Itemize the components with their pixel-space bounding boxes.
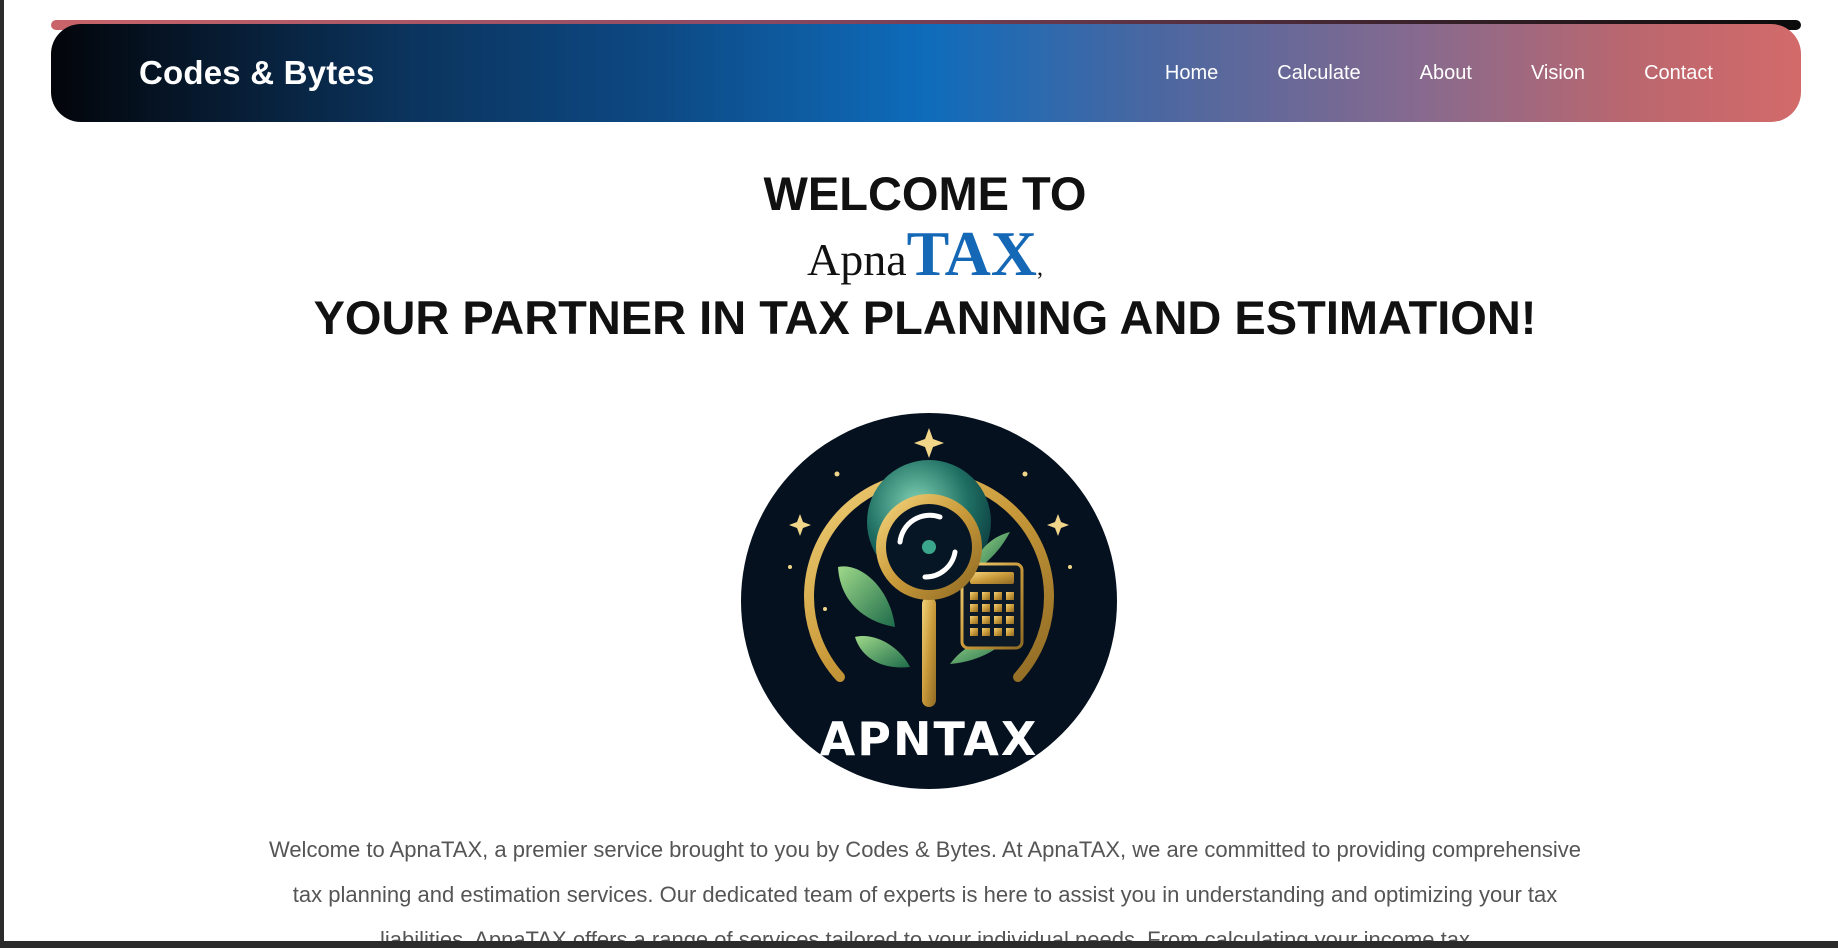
nav-link-about[interactable]: About [1420, 62, 1472, 85]
apntax-logo: APNTAX [741, 413, 1117, 789]
page-frame: Codes & Bytes Home Calculate About Visio… [4, 0, 1838, 941]
welcome-heading: WELCOME TO [763, 167, 1087, 220]
logo-text: APNTAX [820, 712, 1039, 766]
hero-section: WELCOME TO ApnaTAX, YOUR PARTNER IN TAX … [4, 168, 1838, 343]
brand-tax: TAX [906, 217, 1037, 289]
nav-link-vision[interactable]: Vision [1531, 62, 1585, 85]
brand-heading: ApnaTAX, [4, 221, 1838, 286]
nav-link-calculate[interactable]: Calculate [1277, 62, 1360, 85]
brand-apna: Apna [806, 233, 907, 285]
nav-link-home[interactable]: Home [1165, 62, 1218, 85]
brand-logo-text[interactable]: Codes & Bytes [139, 54, 375, 92]
brand-comma: , [1037, 254, 1043, 281]
nav-links: Home Calculate About Vision Contact [1165, 62, 1713, 85]
navbar: Codes & Bytes Home Calculate About Visio… [51, 24, 1801, 122]
nav-link-contact[interactable]: Contact [1644, 62, 1713, 85]
intro-paragraph: Welcome to ApnaTAX, a premier service br… [268, 837, 1582, 941]
tagline-heading: YOUR PARTNER IN TAX PLANNING AND ESTIMAT… [313, 290, 1537, 344]
